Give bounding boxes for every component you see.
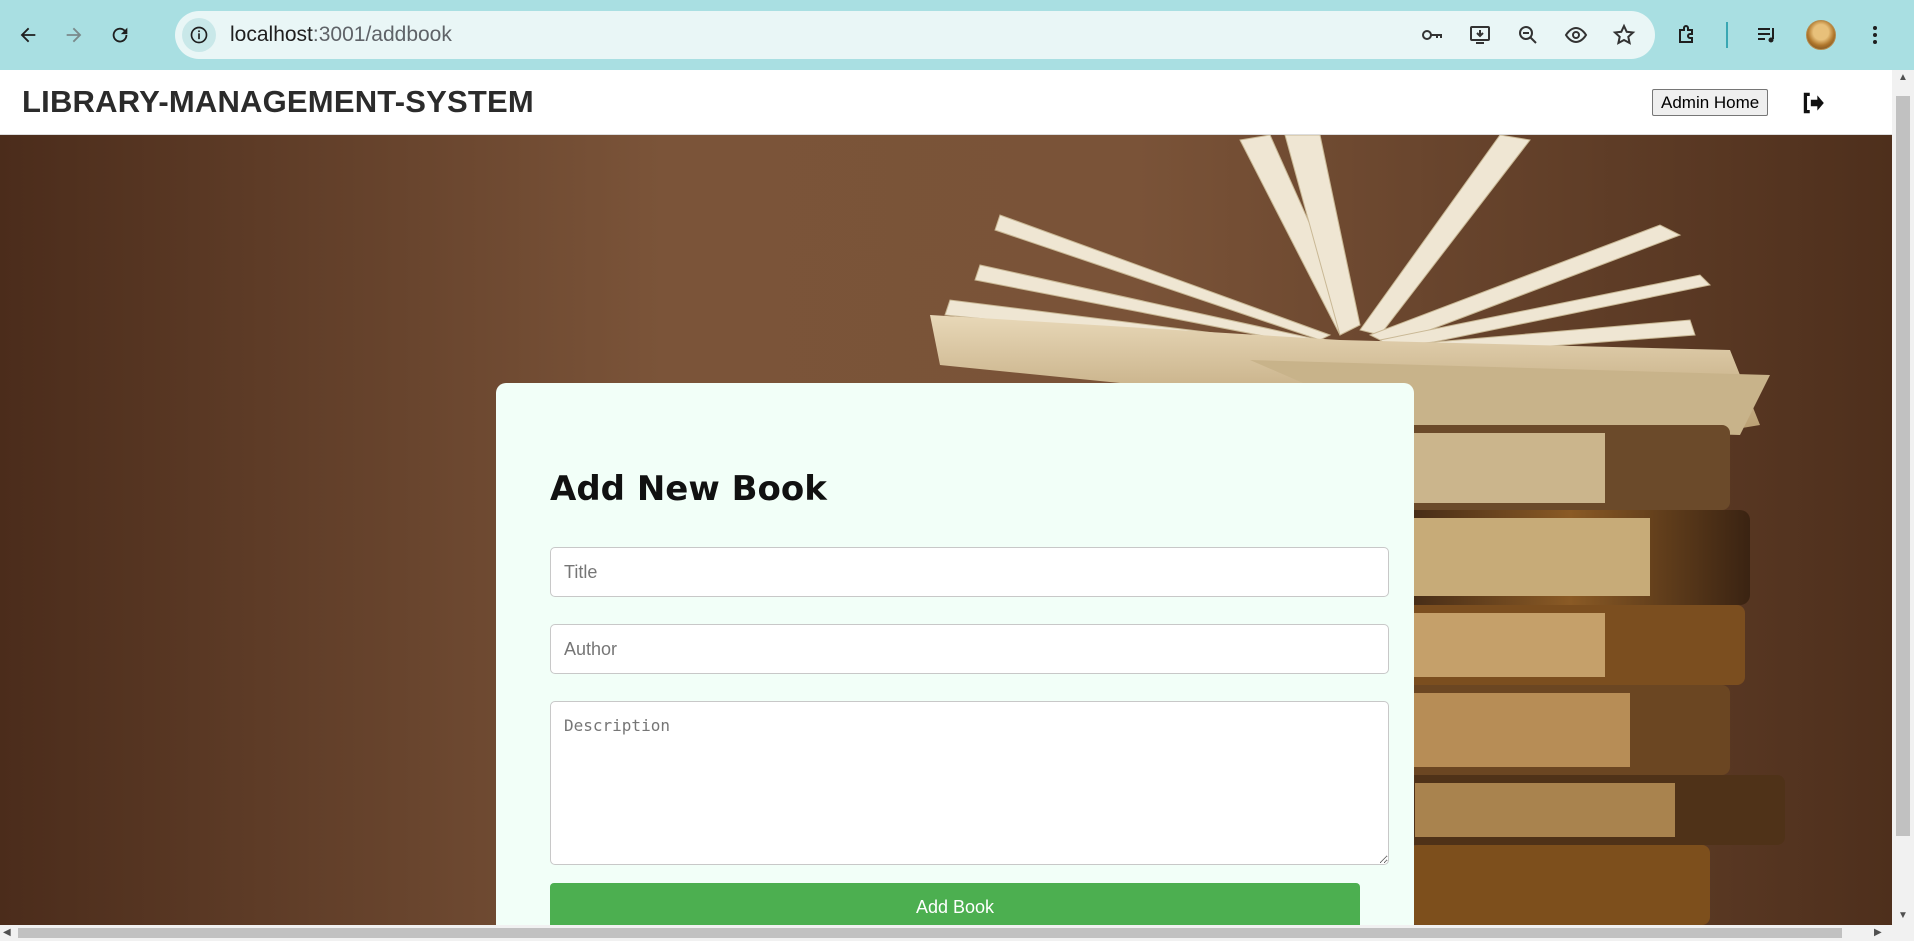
address-bar-actions bbox=[1417, 11, 1639, 59]
form-heading: Add New Book bbox=[550, 469, 827, 509]
top-navbar: LIBRARY-MANAGEMENT-SYSTEM Admin Home bbox=[0, 70, 1892, 135]
bookmark-star-icon[interactable] bbox=[1609, 20, 1639, 50]
url-host: localhost bbox=[230, 23, 313, 46]
horizontal-scroll-thumb[interactable] bbox=[18, 928, 1842, 938]
scroll-up-arrow-icon[interactable]: ▲ bbox=[1898, 72, 1908, 83]
url-text[interactable]: localhost:3001/addbook bbox=[230, 23, 452, 47]
title-input[interactable] bbox=[550, 547, 1389, 597]
address-bar[interactable]: localhost:3001/addbook bbox=[175, 11, 1655, 59]
browser-chrome: localhost:3001/addbook bbox=[0, 0, 1914, 70]
browser-toolbar: localhost:3001/addbook bbox=[0, 8, 1914, 62]
admin-home-button[interactable]: Admin Home bbox=[1652, 89, 1769, 116]
sign-out-icon[interactable] bbox=[1800, 90, 1826, 116]
vertical-scroll-thumb[interactable] bbox=[1896, 96, 1910, 836]
scroll-right-arrow-icon[interactable]: ▶ bbox=[1874, 927, 1882, 938]
vertical-scrollbar[interactable]: ▲ ▼ bbox=[1892, 70, 1914, 925]
install-app-icon[interactable] bbox=[1465, 20, 1495, 50]
description-textarea[interactable] bbox=[550, 701, 1389, 865]
extensions-icon[interactable] bbox=[1672, 20, 1702, 50]
scroll-down-arrow-icon[interactable]: ▼ bbox=[1898, 910, 1908, 921]
media-controls-icon[interactable] bbox=[1752, 20, 1782, 50]
url-path: :3001/addbook bbox=[312, 23, 452, 46]
site-info-icon[interactable] bbox=[182, 18, 216, 52]
hero-background: Add New Book Add Book bbox=[0, 135, 1892, 925]
horizontal-scrollbar[interactable]: ◀ ▶ bbox=[0, 925, 1914, 941]
password-key-icon[interactable] bbox=[1417, 20, 1447, 50]
forward-icon[interactable] bbox=[56, 17, 92, 53]
back-icon[interactable] bbox=[10, 17, 46, 53]
menu-kebab-icon[interactable] bbox=[1860, 20, 1890, 50]
toolbar-divider bbox=[1726, 22, 1728, 48]
profile-avatar[interactable] bbox=[1806, 20, 1836, 50]
author-input[interactable] bbox=[550, 624, 1389, 674]
add-book-button[interactable]: Add Book bbox=[550, 883, 1360, 925]
zoom-icon[interactable] bbox=[1513, 20, 1543, 50]
reload-icon[interactable] bbox=[102, 17, 138, 53]
brand-title: LIBRARY-MANAGEMENT-SYSTEM bbox=[22, 84, 534, 119]
scroll-left-arrow-icon[interactable]: ◀ bbox=[3, 927, 11, 938]
add-book-card: Add New Book Add Book bbox=[496, 383, 1414, 925]
browser-actions bbox=[1672, 8, 1890, 62]
page-viewport: LIBRARY-MANAGEMENT-SYSTEM Admin Home Add… bbox=[0, 70, 1892, 925]
eye-icon[interactable] bbox=[1561, 20, 1591, 50]
